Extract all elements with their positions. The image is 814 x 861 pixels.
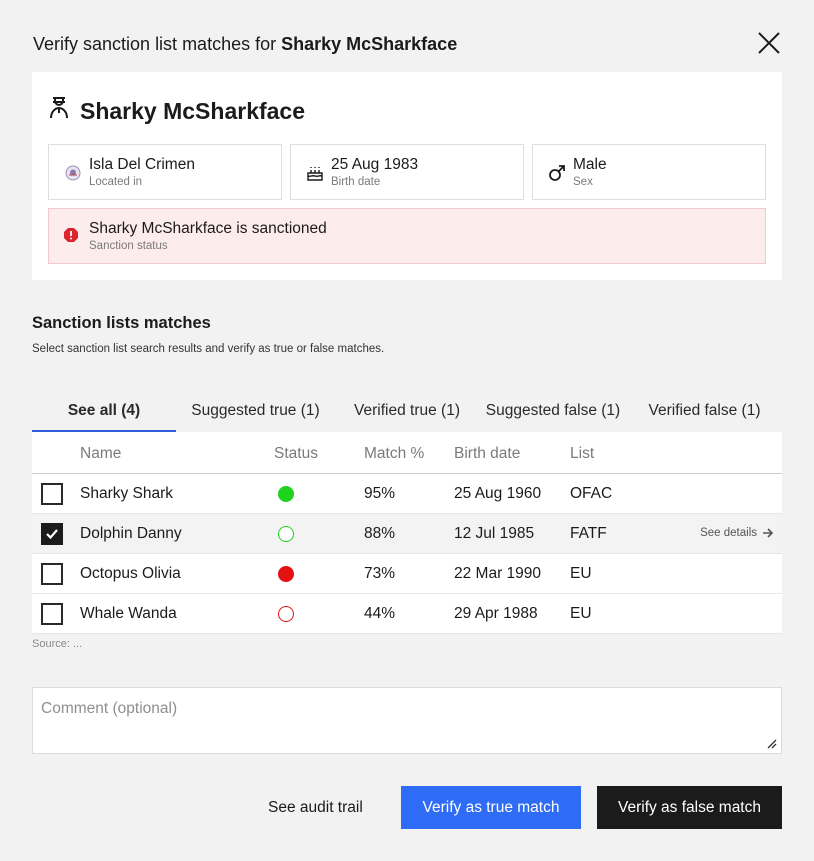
- column-header-match[interactable]: Match %: [364, 445, 424, 463]
- column-header-birth-date[interactable]: Birth date: [454, 445, 520, 463]
- column-header-name[interactable]: Name: [80, 445, 121, 463]
- person-card: Sharky McSharkface Isla Del Crimen Locat…: [32, 72, 782, 280]
- sex-label: Sex: [573, 176, 593, 188]
- tab-verified-true[interactable]: Verified true (1): [335, 396, 479, 432]
- table-row[interactable]: Sharky Shark 95% 25 Aug 1960 OFAC: [32, 474, 782, 514]
- row-name: Octopus Olivia: [80, 565, 181, 582]
- row-name: Dolphin Danny: [80, 525, 182, 542]
- sex-box: Male Sex: [532, 144, 766, 200]
- comment-input[interactable]: [33, 688, 781, 753]
- birthday-cake-icon: [305, 163, 325, 183]
- sanction-status-label: Sanction status: [89, 240, 168, 252]
- sanction-status-alert: Sharky McSharkface is sanctioned Sanctio…: [48, 208, 766, 264]
- row-match: 88%: [364, 525, 396, 542]
- column-header-list[interactable]: List: [570, 445, 594, 463]
- row-birth-date: 29 Apr 1988: [454, 605, 538, 622]
- tab-see-all[interactable]: See all (4): [32, 396, 176, 432]
- status-suggested-true-icon: [278, 486, 294, 502]
- row-checkbox[interactable]: [41, 563, 63, 585]
- person-name-row: Sharky McSharkface: [48, 96, 305, 126]
- row-birth-date: 22 Mar 1990: [454, 565, 542, 582]
- location-label: Located in: [89, 176, 143, 188]
- male-symbol-icon: [547, 163, 567, 183]
- column-header-status[interactable]: Status: [274, 445, 318, 463]
- tab-verified-false[interactable]: Verified false (1): [627, 396, 782, 432]
- audit-trail-link[interactable]: See audit trail: [268, 798, 363, 818]
- source-note: Source: ...: [32, 638, 83, 650]
- verify-true-button[interactable]: Verify as true match: [401, 786, 581, 829]
- see-details-label: See details: [700, 527, 757, 539]
- matches-table: Name Status Match % Birth date List Shar…: [32, 432, 782, 634]
- status-verified-false-icon: [278, 606, 294, 622]
- row-list: OFAC: [570, 485, 613, 502]
- tab-bar: See all (4) Suggested true (1) Verified …: [32, 396, 782, 432]
- sex-value: Male: [573, 156, 607, 173]
- verify-false-button[interactable]: Verify as false match: [597, 786, 782, 829]
- row-match: 95%: [364, 485, 396, 502]
- table-row[interactable]: Octopus Olivia 73% 22 Mar 1990 EU: [32, 554, 782, 594]
- row-birth-date: 25 Aug 1960: [454, 485, 542, 502]
- row-checkbox[interactable]: [41, 523, 63, 545]
- row-match: 44%: [364, 605, 396, 622]
- checkmark-icon: [46, 529, 58, 540]
- person-name: Sharky McSharkface: [80, 97, 306, 124]
- birthdate-box: 25 Aug 1983 Birth date: [290, 144, 524, 200]
- row-name: Whale Wanda: [80, 605, 177, 622]
- tab-suggested-false[interactable]: Suggested false (1): [479, 396, 627, 432]
- comment-box: [32, 687, 782, 754]
- row-list: EU: [570, 565, 592, 582]
- arrow-right-icon: [763, 528, 774, 538]
- status-verified-true-icon: [278, 526, 294, 542]
- row-match: 73%: [364, 565, 396, 582]
- location-box: Isla Del Crimen Located in: [48, 144, 282, 200]
- row-birth-date: 12 Jul 1985: [454, 525, 535, 542]
- row-list: EU: [570, 605, 592, 622]
- dialog-title-prefix: Verify sanction list matches for: [33, 34, 282, 54]
- row-name: Sharky Shark: [80, 485, 174, 502]
- alert-icon: [63, 227, 81, 245]
- see-details-link[interactable]: See details: [700, 527, 774, 539]
- table-row[interactable]: Whale Wanda 44% 29 Apr 1988 EU: [32, 594, 782, 634]
- row-checkbox[interactable]: [41, 603, 63, 625]
- tab-suggested-true[interactable]: Suggested true (1): [176, 396, 335, 432]
- birthdate-label: Birth date: [331, 176, 381, 188]
- person-icon: [48, 96, 70, 126]
- dialog-title: Verify sanction list matches for Sharky …: [33, 33, 783, 55]
- table-row[interactable]: Dolphin Danny 88% 12 Jul 1985 FATF See d…: [32, 514, 782, 554]
- close-icon[interactable]: [756, 30, 782, 56]
- country-flag-icon: [63, 163, 83, 183]
- status-suggested-false-icon: [278, 566, 294, 582]
- birthdate-value: 25 Aug 1983: [331, 156, 419, 173]
- sanction-status-value: Sharky McSharkface is sanctioned: [89, 220, 327, 237]
- dialog-title-subject: Sharky McSharkface: [281, 34, 458, 54]
- section-title: Sanction lists matches: [32, 314, 211, 332]
- resize-handle-icon[interactable]: [765, 737, 777, 749]
- row-checkbox[interactable]: [41, 483, 63, 505]
- table-header: Name Status Match % Birth date List: [32, 432, 782, 474]
- location-value: Isla Del Crimen: [89, 156, 195, 173]
- row-list: FATF: [570, 525, 607, 542]
- section-subtitle: Select sanction list search results and …: [32, 343, 385, 355]
